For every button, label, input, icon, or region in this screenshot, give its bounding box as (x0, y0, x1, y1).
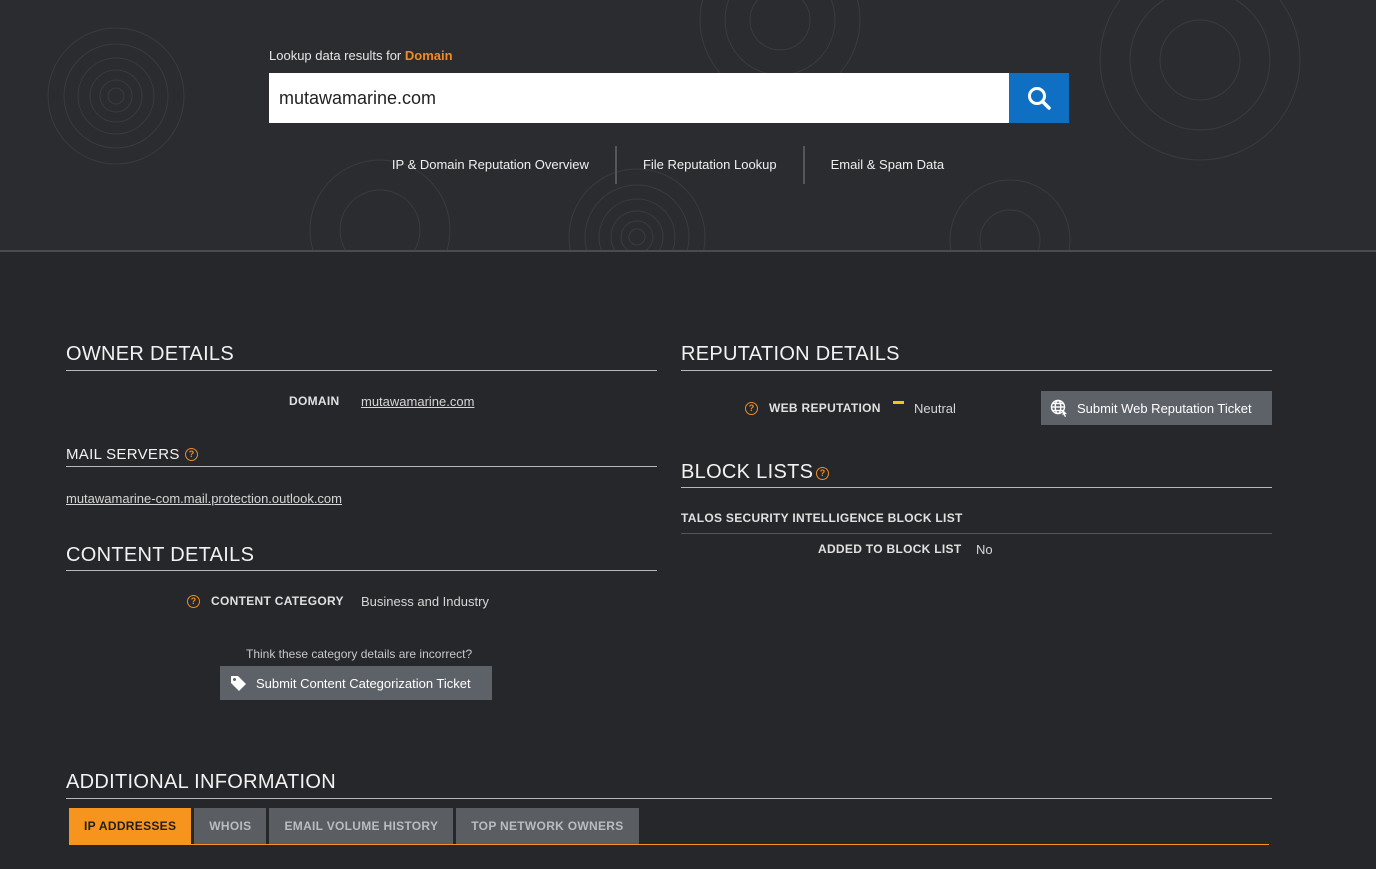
owner-details-title: OWNER DETAILS (66, 343, 234, 365)
added-to-block-list-label: ADDED TO BLOCK LIST (818, 542, 962, 556)
lookup-type: Domain (404, 48, 453, 63)
owner-details-divider (66, 370, 657, 371)
tag-icon (231, 675, 246, 691)
content-details-title: CONTENT DETAILS (66, 544, 255, 566)
web-reputation-help-icon[interactable]: ? (745, 402, 758, 415)
reputation-details-title: REPUTATION DETAILS (681, 343, 900, 365)
reputation-details-divider (681, 370, 1272, 371)
block-lists-divider (681, 487, 1272, 488)
mail-servers-divider (66, 466, 657, 467)
submit-content-categorization-label: Submit Content Categorization Ticket (256, 675, 471, 691)
content-details-divider (66, 570, 657, 571)
lookup-prefix: Lookup data results for (269, 48, 402, 63)
nav-email-spam[interactable]: Email & Spam Data (805, 146, 970, 184)
lookup-label: Lookup data results for Domain (269, 48, 453, 63)
search-icon (1028, 87, 1051, 110)
category-incorrect-prompt: Think these category details are incorre… (246, 647, 473, 661)
block-lists-help-icon[interactable]: ? (816, 467, 829, 480)
content-category-value: Business and Industry (361, 594, 489, 609)
web-reputation-label: WEB REPUTATION (769, 401, 881, 415)
nav-ip-domain-reputation[interactable]: IP & Domain Reputation Overview (366, 146, 615, 184)
talos-block-list-name: TALOS SECURITY INTELLIGENCE BLOCK LIST (681, 511, 963, 525)
block-lists-title: BLOCK LISTS (681, 461, 814, 483)
added-to-block-list-value: No (976, 542, 993, 557)
block-list-row-divider (681, 533, 1272, 534)
neutral-indicator-icon (893, 401, 904, 404)
search-button[interactable] (1009, 73, 1069, 123)
mail-servers-help-icon[interactable]: ? (185, 448, 198, 461)
submit-content-categorization-button[interactable]: Submit Content Categorization Ticket (220, 666, 492, 700)
globe-icon (1050, 399, 1067, 417)
tab-ip-addresses[interactable]: IP ADDRESSES (69, 808, 192, 844)
domain-label: DOMAIN (289, 394, 340, 408)
content-category-label: CONTENT CATEGORY (211, 594, 344, 608)
tab-whois[interactable]: WHOIS (194, 808, 267, 844)
additional-info-tabs: IP ADDRESSES WHOIS EMAIL VOLUME HISTORY … (69, 808, 642, 844)
submit-web-reputation-button[interactable]: Submit Web Reputation Ticket (1041, 391, 1272, 425)
nav-file-reputation[interactable]: File Reputation Lookup (617, 146, 803, 184)
additional-information-divider (66, 798, 1272, 799)
search-input[interactable] (269, 73, 1009, 123)
additional-information-title: ADDITIONAL INFORMATION (66, 771, 336, 793)
tab-email-volume-history[interactable]: EMAIL VOLUME HISTORY (269, 808, 454, 844)
web-reputation-value: Neutral (914, 401, 956, 416)
mail-server-link[interactable]: mutawamarine-com.mail.protection.outlook… (66, 491, 342, 506)
lookup-nav: IP & Domain Reputation Overview File Rep… (0, 146, 1356, 184)
background-rings-decoration (47, 0, 1301, 250)
tab-top-network-owners[interactable]: TOP NETWORK OWNERS (456, 808, 639, 844)
content-category-help-icon[interactable]: ? (187, 595, 200, 608)
active-tab-underline (69, 844, 1269, 845)
submit-web-reputation-label: Submit Web Reputation Ticket (1077, 400, 1252, 416)
domain-link[interactable]: mutawamarine.com (361, 394, 474, 409)
mail-servers-title: MAIL SERVERS (66, 446, 180, 463)
search-header: Lookup data results for Domain IP & Doma… (0, 0, 1376, 252)
